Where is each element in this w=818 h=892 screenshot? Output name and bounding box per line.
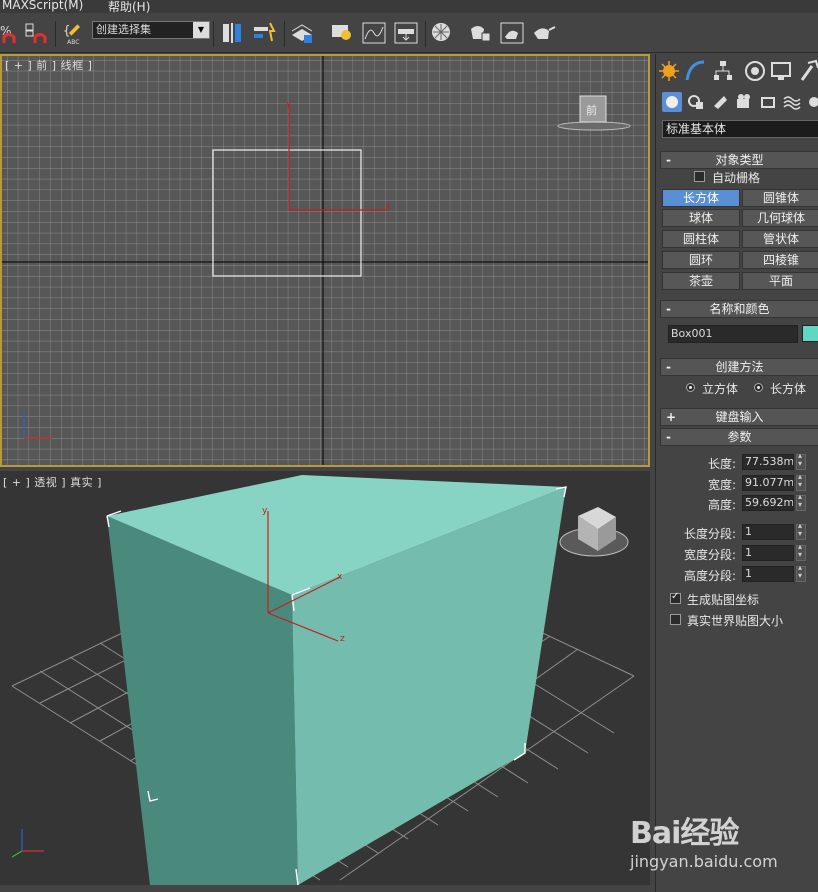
modify-tab-icon[interactable] <box>684 58 706 84</box>
helpers-category-icon[interactable] <box>758 92 778 112</box>
creation-method-rollout[interactable]: - 创建方法 <box>660 358 818 376</box>
gizmo-y-label: y <box>286 99 292 109</box>
name-color-rollout[interactable]: - 名称和颜色 <box>660 300 818 318</box>
cube-radio[interactable] <box>686 383 695 392</box>
height-segs-field[interactable]: 1 <box>742 566 794 582</box>
curve-editor-icon[interactable] <box>362 21 386 45</box>
real-world-map-checkbox[interactable] <box>670 614 681 625</box>
gizmo-z-label: z <box>340 634 345 644</box>
edit-named-selection-icon[interactable]: {ABC <box>60 21 88 45</box>
plane-button[interactable]: 平面 <box>742 272 818 290</box>
gen-map-coords-checkbox[interactable] <box>670 591 681 604</box>
chevron-down-icon[interactable]: ▼ <box>193 22 209 38</box>
cameras-category-icon[interactable] <box>734 92 754 112</box>
viewport-label[interactable]: [ + ] 前 ] 线框 ] <box>5 57 92 73</box>
geosphere-button[interactable]: 几何球体 <box>742 209 818 227</box>
real-world-map-label: 真实世界贴图大小 <box>687 614 784 628</box>
geometry-category[interactable] <box>662 92 682 112</box>
length-field[interactable]: 77.538mm <box>742 454 794 470</box>
front-viewport[interactable]: [ + ] 前 ] 线框 ] y x 前 <box>0 54 650 467</box>
motion-tab-icon[interactable] <box>744 58 766 84</box>
autogrid-checkbox[interactable] <box>694 171 705 182</box>
utilities-tab-icon[interactable] <box>798 58 818 84</box>
systems-category-icon[interactable] <box>804 92 818 112</box>
watermark-url: jingyan.baidu.com <box>630 852 778 871</box>
length-segs-label: 长度分段: <box>684 527 737 541</box>
width-segs-field[interactable]: 1 <box>742 545 794 561</box>
viewport-label[interactable]: [ + ] 透视 ] 真实 ] <box>3 474 102 490</box>
pyramid-button[interactable]: 四棱锥 <box>742 251 818 269</box>
shapes-category-icon[interactable] <box>686 92 706 112</box>
gizmo-x-label: x <box>337 572 343 582</box>
watermark-brand: Bai经验 <box>630 816 739 851</box>
torus-button[interactable]: 圆环 <box>662 251 740 269</box>
width-segs-spinner[interactable] <box>796 542 806 561</box>
baidu-watermark: Bai经验 jingyan.baidu.com <box>630 800 780 880</box>
snap-toggle-icon[interactable]: % <box>0 21 20 45</box>
height-segs-label: 高度分段: <box>684 569 737 583</box>
command-panel: 标准基本体 - 对象类型 自动栅格 长方体 圆锥体 球体 几何球体 圆柱体 管状体… <box>655 54 818 892</box>
scene-explorer-icon[interactable] <box>330 21 354 45</box>
lights-category-icon[interactable] <box>710 92 730 112</box>
align-icon[interactable] <box>252 21 276 45</box>
box-radio-label: 长方体 <box>770 382 807 396</box>
width-label: 宽度: <box>708 478 737 492</box>
render-production-icon[interactable] <box>532 21 556 45</box>
svg-text:ABC: ABC <box>67 39 79 45</box>
cone-button[interactable]: 圆锥体 <box>742 189 818 207</box>
object-type-rollout[interactable]: - 对象类型 <box>660 151 818 169</box>
height-label: 高度: <box>708 498 737 512</box>
tube-button[interactable]: 管状体 <box>742 230 818 248</box>
create-category-row <box>656 90 818 114</box>
length-label: 长度: <box>708 457 737 471</box>
display-tab-icon[interactable] <box>770 58 792 84</box>
box-radio[interactable] <box>754 383 763 392</box>
layer-manager-icon[interactable] <box>290 21 314 45</box>
cylinder-button[interactable]: 圆柱体 <box>662 230 740 248</box>
render-setup-icon[interactable] <box>468 21 492 45</box>
menu-maxscript[interactable]: MAXScript(M) <box>2 0 83 12</box>
length-spinner[interactable] <box>796 451 806 470</box>
height-field[interactable]: 59.692mm <box>742 495 794 511</box>
front-grid <box>2 56 648 465</box>
gizmo-y-label: y <box>262 506 268 516</box>
width-segs-label: 宽度分段: <box>684 548 737 562</box>
sphere-button[interactable]: 球体 <box>662 209 740 227</box>
selection-set-dropdown[interactable]: 创建选择集 ▼ <box>92 21 210 39</box>
menu-bar: MAXScript(M) 帮助(H) <box>0 0 818 14</box>
box-button[interactable]: 长方体 <box>662 189 740 207</box>
teal-box[interactable] <box>106 475 567 885</box>
category-dropdown[interactable]: 标准基本体 <box>662 120 818 138</box>
gizmo-x-label: x <box>385 202 391 212</box>
teapot-button[interactable]: 茶壶 <box>662 272 740 290</box>
object-name-field[interactable]: Box001 <box>668 325 798 343</box>
height-spinner[interactable] <box>796 492 806 511</box>
rendered-frame-window-icon[interactable] <box>500 21 524 45</box>
height-segs-spinner[interactable] <box>796 563 806 582</box>
spacewarps-category-icon[interactable] <box>782 92 802 112</box>
mirror-icon[interactable] <box>220 21 244 45</box>
length-segs-spinner[interactable] <box>796 521 806 540</box>
object-color-swatch[interactable] <box>802 325 818 342</box>
create-tab-icon[interactable] <box>658 58 680 84</box>
material-editor-icon[interactable] <box>430 21 454 45</box>
length-segs-field[interactable]: 1 <box>742 524 794 540</box>
hierarchy-tab-icon[interactable] <box>712 58 734 84</box>
width-field[interactable]: 91.077mm <box>742 475 794 491</box>
axis-tripod-icon <box>11 829 44 858</box>
gen-map-coords-label: 生成贴图坐标 <box>687 593 760 607</box>
keyboard-entry-rollout[interactable]: + 键盘输入 <box>660 408 818 426</box>
spinner-snap-icon[interactable] <box>24 21 50 45</box>
cube-radio-label: 立方体 <box>702 382 739 396</box>
command-panel-tabs <box>656 58 818 86</box>
width-spinner[interactable] <box>796 472 806 491</box>
schematic-view-icon[interactable] <box>394 21 418 45</box>
parameters-rollout[interactable]: - 参数 <box>660 428 818 446</box>
svg-text:{: { <box>63 24 71 38</box>
autogrid-label: 自动栅格 <box>712 171 761 185</box>
svg-text:前: 前 <box>586 103 597 117</box>
viewcube-icon[interactable] <box>559 507 629 557</box>
perspective-viewport[interactable]: [ + ] 透视 ] 真实 ] y x z <box>0 471 650 885</box>
main-toolbar: % {ABC 创建选择集 ▼ <box>0 13 818 53</box>
